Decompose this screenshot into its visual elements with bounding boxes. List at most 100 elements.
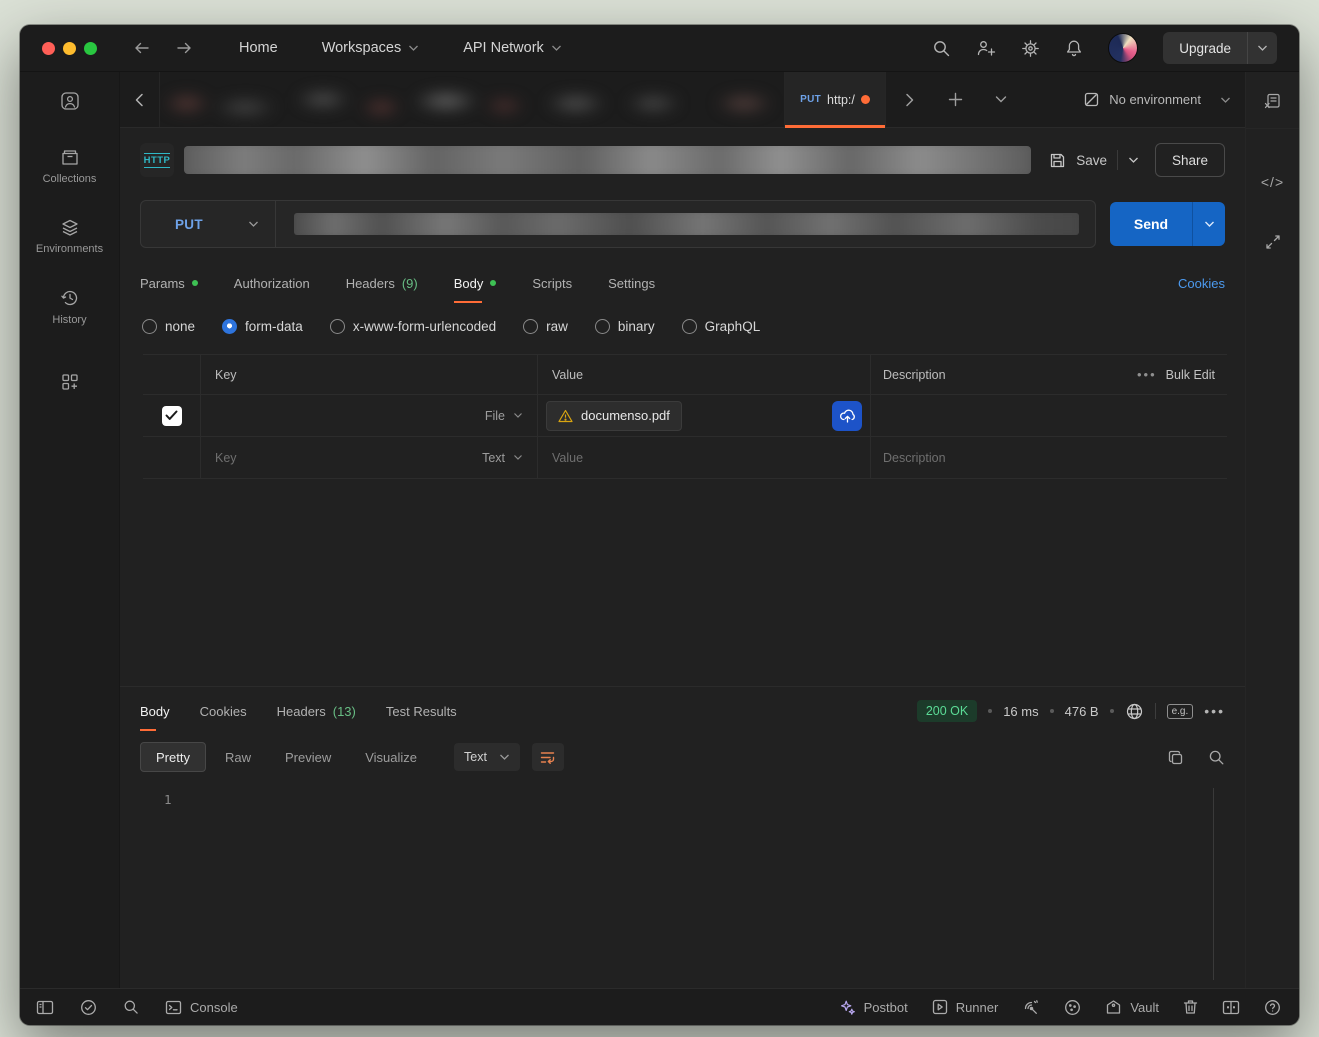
redacted-request-name[interactable] [184,146,1031,174]
radio-raw[interactable]: raw [523,319,568,334]
radio-form-data[interactable]: form-data [222,319,303,334]
redacted-request-url[interactable] [294,213,1079,235]
key-input[interactable]: Key [215,451,237,465]
split-pane-icon[interactable] [1222,1000,1240,1015]
notifications-bell-icon[interactable] [1065,39,1083,58]
radio-x-www-form-urlencoded[interactable]: x-www-form-urlencoded [330,319,496,334]
help-icon[interactable] [1264,999,1281,1016]
wrap-lines-button[interactable] [532,743,564,771]
upgrade-chevron-button[interactable] [1247,32,1277,64]
status-badge[interactable]: 200 OK [917,700,977,722]
tab-scripts[interactable]: Scripts [532,266,572,301]
tab-headers[interactable]: Headers(9) [346,266,418,301]
cookies-icon[interactable] [1064,999,1081,1016]
format-dropdown[interactable]: Text [454,743,520,771]
collapse-expand-button[interactable] [1246,234,1299,250]
runner-button[interactable]: Runner [932,999,999,1015]
file-chip[interactable]: documenso.pdf [546,401,682,431]
view-visualize[interactable]: Visualize [350,742,432,772]
settings-gear-icon[interactable] [1021,39,1040,58]
description-input[interactable]: Description [883,451,946,465]
modules-grid-icon [60,372,80,392]
view-raw[interactable]: Raw [210,742,266,772]
chevron-down-icon [1220,96,1231,104]
radio-binary[interactable]: binary [595,319,655,334]
response-tab-body[interactable]: Body [140,694,170,729]
sidebar-add-modules-button[interactable] [20,372,119,392]
key-type-dropdown[interactable]: Text [482,451,523,465]
find-icon[interactable] [123,999,139,1015]
radio-graphql[interactable]: GraphQL [682,319,761,334]
send-button-main[interactable]: Send [1110,202,1192,246]
response-time[interactable]: 16 ms [1003,704,1038,719]
tab-params[interactable]: Params [140,266,198,301]
key-type-dropdown[interactable]: File [485,409,523,423]
response-size[interactable]: 476 B [1065,704,1099,719]
response-tab-cookies[interactable]: Cookies [200,694,247,729]
save-as-example-icon[interactable]: e.g. [1167,704,1194,719]
search-icon[interactable] [932,39,951,58]
response-tab-headers[interactable]: Headers(13) [277,694,356,729]
forward-icon[interactable] [175,40,193,56]
vault-button[interactable]: Vault [1105,999,1159,1015]
radio-none[interactable]: none [142,319,195,334]
close-window-button[interactable] [42,42,55,55]
minimize-window-button[interactable] [63,42,76,55]
postbot-button[interactable]: Postbot [839,999,908,1016]
nav-home[interactable]: Home [239,40,278,56]
tabs-scroll-left-button[interactable] [120,72,160,127]
share-button[interactable]: Share [1155,143,1225,177]
value-input[interactable]: Value [546,451,583,465]
chevron-left-icon [135,93,144,107]
chevron-down-icon [551,44,562,52]
upload-file-button[interactable] [832,401,862,431]
environment-selector[interactable]: No environment [1069,72,1245,127]
back-icon[interactable] [133,40,151,56]
tab-body[interactable]: Body [454,266,497,301]
method-selector[interactable]: PUT [141,201,276,247]
view-preview[interactable]: Preview [270,742,346,772]
cookies-link[interactable]: Cookies [1178,276,1225,291]
capture-requests-icon[interactable] [1022,999,1040,1016]
active-request-tab[interactable]: PUT http:/ [784,72,886,127]
sidebar-item-history[interactable]: History [20,288,119,326]
response-more-options-icon[interactable]: ••• [1204,703,1225,719]
copy-icon[interactable] [1167,749,1184,766]
response-body-viewer[interactable]: 1 [120,778,1245,988]
zoom-window-button[interactable] [84,42,97,55]
more-options-icon[interactable]: ••• [1137,367,1157,382]
console-button[interactable]: Console [165,1000,238,1015]
search-response-icon[interactable] [1208,749,1225,766]
bulk-edit-button[interactable]: ••• Bulk Edit [1137,367,1215,382]
trash-icon[interactable] [1183,999,1198,1015]
scrollbar-track[interactable] [1213,788,1214,980]
upgrade-button-main[interactable]: Upgrade [1163,32,1247,64]
tab-settings[interactable]: Settings [608,266,655,301]
chevron-down-icon [499,753,510,761]
collections-icon [60,148,80,167]
row-checkbox-checked[interactable] [162,406,182,426]
tabs-scroll-right-button[interactable] [886,72,932,127]
toggle-sidebar-icon[interactable] [36,1000,54,1015]
new-tab-button[interactable] [932,72,978,127]
send-options-button[interactable] [1192,202,1225,246]
environment-quick-look-button[interactable] [1246,92,1299,110]
code-snippet-button[interactable]: </> [1246,174,1299,190]
redacted-request-tabs[interactable] [160,72,784,127]
sidebar-profile-button[interactable] [20,90,119,112]
network-globe-icon[interactable] [1125,702,1144,721]
tab-options-button[interactable] [978,72,1024,127]
save-options-chevron[interactable] [1128,156,1139,164]
view-pretty[interactable]: Pretty [140,742,206,772]
response-tab-test-results[interactable]: Test Results [386,694,457,729]
sidebar-item-environments[interactable]: Environments [20,218,119,255]
sidebar-item-collections[interactable]: Collections [20,148,119,185]
nav-workspaces[interactable]: Workspaces [322,40,420,56]
invite-user-icon[interactable] [976,39,996,57]
status-check-icon[interactable] [80,999,97,1016]
chevron-down-icon [513,412,523,419]
nav-api-network[interactable]: API Network [463,40,562,56]
user-avatar[interactable] [1108,33,1138,63]
save-button[interactable]: Save [1049,150,1139,170]
tab-authorization[interactable]: Authorization [234,266,310,301]
